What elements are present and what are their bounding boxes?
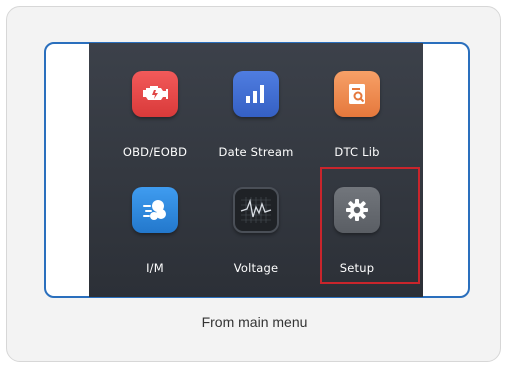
menu-item-im[interactable]: I/M	[105, 43, 205, 275]
readiness-icon	[132, 187, 178, 233]
main-menu-screen: OBD/EOBD Date Stream DTC Lib I/M Voltage…	[89, 43, 423, 297]
selection-highlight	[320, 167, 420, 284]
menu-item-label: I/M	[146, 261, 164, 275]
figure-caption: From main menu	[201, 314, 308, 330]
voltage-waveform-icon	[233, 187, 279, 233]
menu-item-label: Voltage	[233, 261, 279, 275]
menu-item-setup[interactable]: Setup	[307, 43, 407, 275]
menu-item-voltage[interactable]: Voltage	[206, 43, 306, 275]
